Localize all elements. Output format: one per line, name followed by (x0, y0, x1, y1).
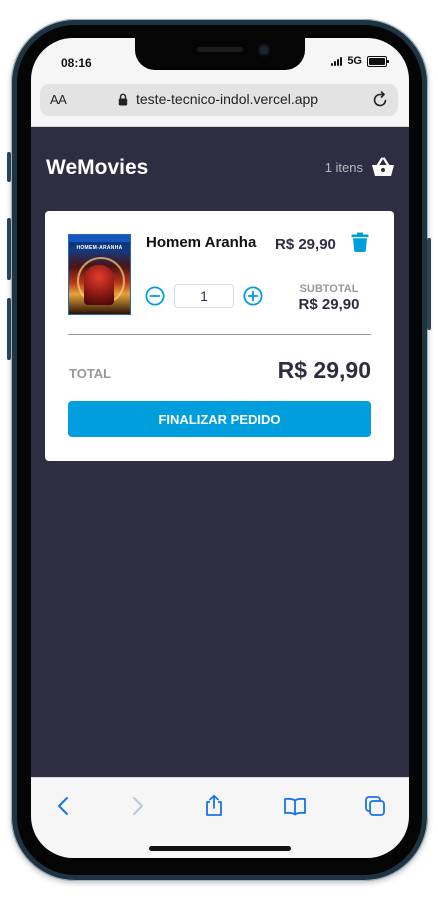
subtotal-value: R$ 29,90 (298, 296, 360, 313)
minus-circle-icon[interactable] (145, 286, 165, 306)
movie-poster: HOMEM-ARANHA (68, 234, 131, 315)
poster-band (69, 235, 130, 242)
volume-down-button (7, 298, 11, 360)
browser-toolbar (31, 777, 409, 858)
plus-circle-icon[interactable] (243, 286, 263, 306)
url-text[interactable]: teste-tecnico-indol.vercel.app (136, 91, 318, 107)
notch (135, 38, 305, 70)
speaker (197, 47, 243, 52)
poster-title: HOMEM-ARANHA (76, 245, 123, 251)
mute-switch (7, 152, 11, 182)
phone-screen: 08:16 5G AA teste-tecnico-indol.vercel.a… (31, 38, 409, 858)
tabs-icon[interactable] (363, 794, 387, 818)
cart-count: 1 itens (324, 159, 363, 175)
product-title: Homem Aranha (146, 234, 257, 251)
subtotal-label: SUBTOTAL (299, 283, 359, 295)
quantity-stepper (145, 284, 263, 308)
battery-icon (367, 55, 389, 67)
front-camera (259, 45, 269, 55)
reload-icon[interactable] (371, 91, 389, 109)
volume-up-button (7, 218, 11, 280)
basket-icon (372, 157, 394, 176)
product-price: R$ 29,90 (275, 236, 336, 253)
power-button (427, 238, 431, 330)
network-type: 5G (347, 55, 362, 67)
cart-link[interactable]: 1 itens (325, 157, 395, 177)
poster-hero (84, 265, 114, 305)
quantity-input[interactable] (174, 284, 234, 308)
lock-icon (118, 93, 128, 106)
status-time: 08:16 (61, 56, 92, 70)
cart-card: HOMEM-ARANHA Homem Aranha R$ 29,90 1 SUB… (45, 211, 394, 461)
brand-logo[interactable]: WeMovies (46, 156, 148, 180)
total-value: R$ 29,90 (277, 357, 371, 383)
app-content: WeMovies 1 itens HOMEM-ARANHA Homem Aran… (31, 127, 409, 777)
divider (68, 334, 371, 335)
bookmarks-icon[interactable] (283, 794, 307, 818)
back-icon[interactable] (52, 794, 76, 818)
share-icon[interactable] (202, 794, 226, 818)
forward-icon[interactable] (125, 794, 149, 818)
status-indicators: 5G (331, 55, 389, 67)
total-label: TOTAL (69, 366, 112, 381)
address-bar[interactable]: AA teste-tecnico-indol.vercel.app (40, 84, 398, 116)
trash-icon[interactable] (351, 232, 369, 252)
home-indicator (149, 846, 291, 851)
signal-icon (331, 56, 343, 66)
text-size-button[interactable]: AA (50, 92, 67, 107)
checkout-button[interactable]: FINALIZAR PEDIDO (68, 401, 371, 437)
